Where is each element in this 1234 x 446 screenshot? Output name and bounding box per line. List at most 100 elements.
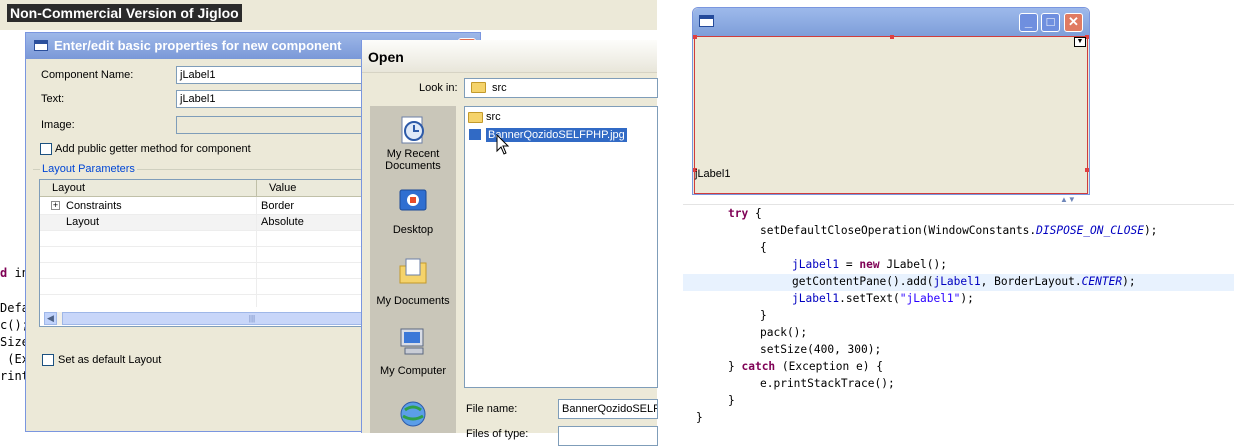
code-line[interactable]: } [696, 411, 703, 424]
selection-handle[interactable] [693, 35, 697, 39]
code-token: "jLabel1" [899, 292, 961, 305]
place-label: My Documents [376, 295, 450, 307]
files-of-type-combobox[interactable] [558, 426, 658, 446]
table-row-constraints-name[interactable]: Constraints [66, 198, 122, 214]
code-token: pack(); [760, 326, 808, 339]
desktop-icon [399, 189, 427, 211]
place-label: Documents [385, 160, 441, 172]
code-line[interactable]: e.printStackTrace(); [760, 377, 895, 390]
my-computer-icon [400, 328, 424, 355]
maximize-icon[interactable]: □ [1041, 13, 1060, 32]
code-token: CENTER [1081, 275, 1123, 288]
code-token: } [728, 360, 742, 373]
close-icon[interactable]: ✕ [1064, 13, 1083, 32]
getter-checkbox[interactable] [40, 143, 52, 155]
open-dialog-title: Open [368, 49, 404, 65]
place-label: My Computer [379, 365, 447, 377]
code-line[interactable]: jLabel1.setText("jLabel1"); [792, 292, 974, 305]
place-my-recent-documents[interactable]: My Recent Documents [370, 114, 456, 176]
code-token: = [839, 258, 860, 271]
default-layout-checkbox[interactable] [42, 354, 54, 366]
code-token: jLabel1 [792, 258, 840, 271]
files-of-type-label: Files of type: [466, 428, 529, 440]
preview-frame-window[interactable]: _ □ ✕ ▼ jLabel1 [692, 7, 1090, 195]
code-token: ); [1143, 224, 1158, 237]
code-token: { [748, 207, 762, 220]
open-dialog-titlebar[interactable]: Open [362, 40, 657, 73]
scroll-left-arrow-icon[interactable]: ◀ [44, 312, 57, 325]
image-file-icon [468, 128, 482, 141]
code-line[interactable]: pack(); [760, 326, 807, 339]
code-token: DISPOSE_ON_CLOSE [1036, 224, 1144, 237]
code-token: getContentPane().add( [792, 275, 934, 288]
component-name-label: Component Name: [41, 69, 134, 81]
code-line[interactable]: { [760, 241, 767, 254]
preview-jlabel[interactable]: jLabel1 [695, 168, 730, 180]
code-token: try [728, 207, 749, 220]
minimize-icon[interactable]: _ [1019, 13, 1038, 32]
code-token: .setText( [839, 292, 900, 305]
code-line[interactable]: } catch (Exception e) { [728, 360, 883, 373]
text-label: Text: [41, 93, 65, 105]
jigloo-banner: Non-Commercial Version of Jigloo [7, 4, 242, 22]
table-row-constraints-value[interactable]: Border [261, 198, 294, 214]
place-network[interactable] [370, 398, 456, 434]
table-row-layout-name[interactable]: Layout [66, 214, 99, 230]
recent-documents-icon [401, 116, 424, 144]
expand-plus-icon[interactable]: + [51, 201, 60, 210]
code-token: (Exception e) { [775, 360, 883, 373]
code-token: e.printStackTrace(); [760, 377, 895, 390]
selection-handle[interactable] [1085, 168, 1089, 172]
default-layout-label: Set as default Layout [58, 354, 162, 366]
code-token: setSize(400, 300); [760, 343, 882, 356]
my-documents-icon [399, 258, 427, 284]
code-token: { [760, 241, 767, 254]
code-line[interactable]: jLabel1 = new JLabel(); [792, 258, 947, 271]
code-token: ); [1122, 275, 1136, 288]
table-column-divider [256, 197, 257, 307]
file-name-input[interactable]: BannerQozidoSELFPHP.jpg [558, 399, 658, 419]
editor-sash[interactable] [683, 195, 1234, 205]
table-header-layout[interactable]: Layout [40, 180, 257, 197]
chevron-down-icon[interactable]: ▼ [1074, 37, 1086, 47]
table-row-layout-value[interactable]: Absolute [261, 214, 304, 230]
code-token: new [859, 258, 880, 271]
place-label: Desktop [392, 224, 434, 236]
getter-checkbox-label: Add public getter method for component [55, 143, 251, 155]
preview-frame-titlebar[interactable]: _ □ ✕ [693, 8, 1089, 36]
code-line[interactable]: } [760, 309, 767, 322]
place-my-documents[interactable]: My Documents [370, 256, 456, 314]
places-bar: My Recent Documents Desktop My Documents [370, 106, 456, 433]
code-token: } [760, 309, 767, 322]
window-icon [699, 15, 714, 27]
code-token: , BorderLayout. [980, 275, 1082, 288]
sash-arrows-icon[interactable]: ▲▼ [1060, 195, 1076, 204]
network-icon [400, 401, 426, 427]
folder-icon [471, 82, 486, 93]
code-token: catch [741, 360, 776, 373]
look-in-label: Look in: [419, 82, 458, 94]
place-label: My Recent [386, 148, 440, 160]
code-line[interactable]: getContentPane().add(jLabel1, BorderLayo… [792, 275, 1136, 288]
file-name-label: File name: [466, 403, 518, 415]
window-icon [34, 40, 48, 51]
place-desktop[interactable]: Desktop [370, 186, 456, 242]
look-in-combobox[interactable]: src [464, 78, 658, 98]
place-my-computer[interactable]: My Computer [370, 326, 456, 384]
code-token: ); [960, 292, 974, 305]
code-line[interactable]: setSize(400, 300); [760, 343, 881, 356]
preview-content-pane[interactable]: ▼ jLabel1 [693, 35, 1089, 194]
mouse-pointer-icon [496, 134, 510, 155]
selection-handle[interactable] [890, 35, 894, 39]
code-token: jLabel1 [933, 275, 981, 288]
code-token: } [696, 411, 703, 424]
properties-dialog-title: Enter/edit basic properties for new comp… [54, 38, 342, 53]
look-in-value: src [492, 82, 507, 94]
image-label: Image: [41, 119, 75, 131]
code-token: jLabel1 [792, 292, 840, 305]
code-line[interactable]: try { [728, 207, 762, 220]
code-line[interactable]: setDefaultCloseOperation(WindowConstants… [760, 224, 1157, 237]
code-line[interactable]: } [728, 394, 735, 407]
code-token: JLabel(); [879, 258, 947, 271]
file-list[interactable]: src BannerQozidoSELFPHP.jpg [464, 106, 658, 388]
